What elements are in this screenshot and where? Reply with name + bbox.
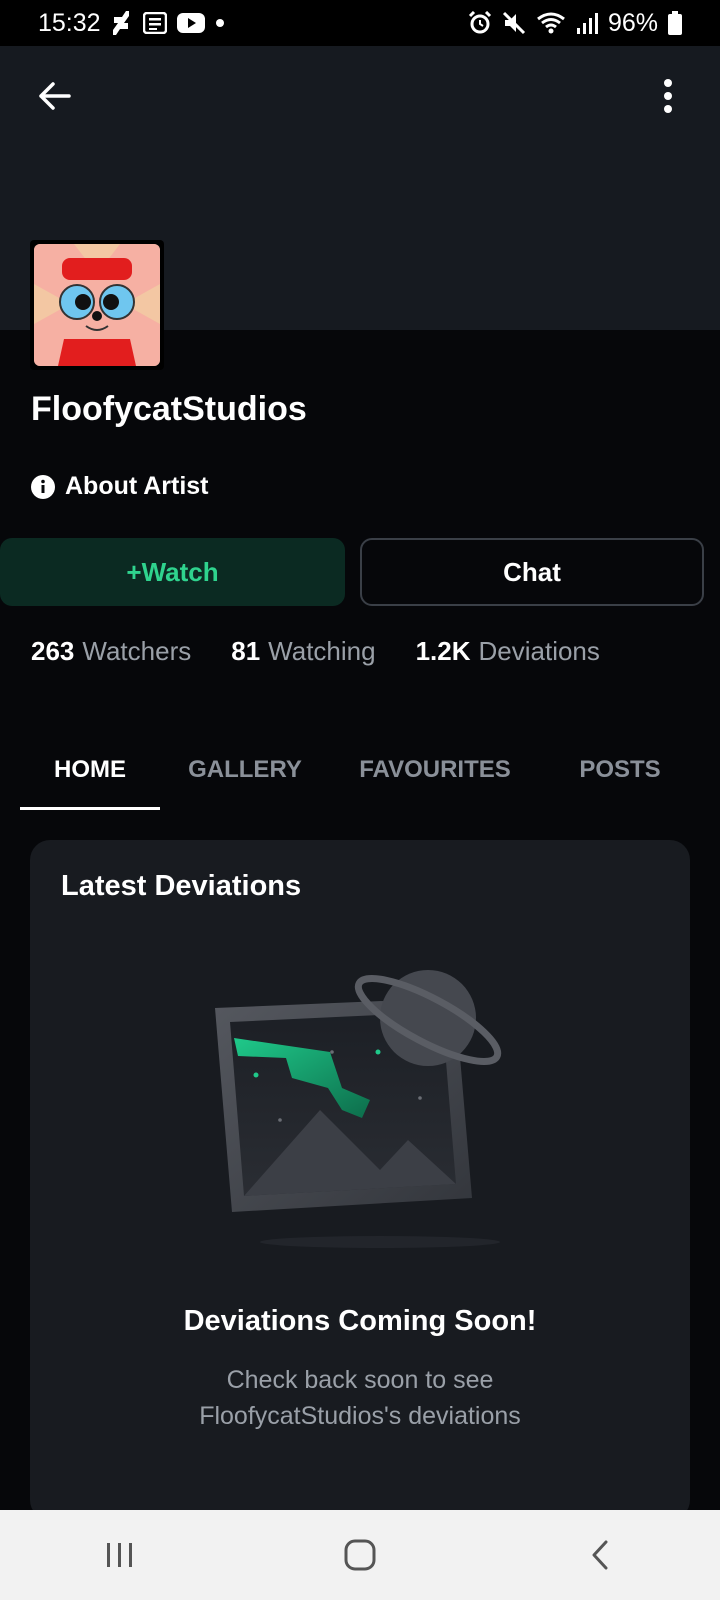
latest-deviations-card: Latest Deviations Deviations Coming Soon… [30, 840, 690, 1520]
empty-state-line: FloofycatStudios's deviations [199, 1402, 521, 1430]
card-title: Latest Deviations [61, 870, 302, 902]
home-button[interactable] [330, 1525, 390, 1585]
wifi-icon [536, 11, 566, 35]
stat-watching[interactable]: 81 Watching [231, 636, 375, 667]
battery-percent: 96% [607, 8, 658, 37]
stat-deviations[interactable]: 1.2K Deviations [416, 636, 600, 667]
tab-home[interactable]: HOME [20, 730, 160, 810]
status-time: 15:32 [38, 8, 101, 37]
stat-value: 81 [231, 636, 261, 666]
chat-button[interactable]: Chat [360, 538, 704, 606]
tab-posts[interactable]: POSTS [540, 730, 700, 810]
more-vertical-icon [664, 79, 672, 113]
stat-watchers[interactable]: 263 Watchers [31, 636, 191, 667]
recents-icon [107, 1543, 132, 1567]
youtube-icon [176, 13, 205, 33]
news-icon [142, 12, 167, 34]
deviantart-icon [111, 11, 133, 35]
stat-label: Deviations [478, 636, 600, 666]
chevron-left-icon [592, 1540, 608, 1570]
system-nav-bar [0, 1510, 720, 1600]
empty-state-title: Deviations Coming Soon! [183, 1305, 537, 1337]
notification-dot-icon [215, 18, 225, 28]
signal-icon [576, 12, 598, 34]
tab-gallery[interactable]: GALLERY [160, 730, 330, 810]
about-artist-label: About Artist [65, 472, 209, 500]
system-back-button[interactable] [570, 1525, 630, 1585]
status-bar: 15:32 96% [0, 0, 720, 46]
stat-value: 263 [31, 636, 75, 666]
empty-state-message: Check back soon to see FloofycatStudios'… [30, 1362, 690, 1434]
stat-label: Watching [268, 636, 376, 666]
stat-label: Watchers [82, 636, 192, 666]
tab-favourites[interactable]: FAVOURITES [330, 730, 540, 810]
arrow-left-icon [39, 82, 71, 110]
info-icon [31, 474, 55, 499]
more-options-button[interactable] [648, 76, 688, 116]
empty-state-line: Check back soon to see [226, 1366, 494, 1394]
profile-username: FloofycatStudios [31, 390, 307, 428]
recent-apps-button[interactable] [90, 1525, 150, 1585]
avatar[interactable] [30, 240, 164, 370]
back-button[interactable] [34, 76, 74, 116]
mute-icon [502, 11, 526, 35]
stat-value: 1.2K [415, 636, 471, 666]
alarm-icon [468, 11, 492, 35]
empty-gallery-illustration-icon [215, 970, 502, 1248]
profile-tabs: HOME GALLERY FAVOURITES POSTS [20, 730, 700, 810]
about-artist-link[interactable]: About Artist [31, 472, 209, 501]
watch-button[interactable]: +Watch [0, 538, 345, 606]
battery-icon [668, 11, 682, 35]
home-icon [344, 1539, 376, 1571]
profile-stats: 263 Watchers 81 Watching 1.2K Deviations [31, 636, 600, 667]
